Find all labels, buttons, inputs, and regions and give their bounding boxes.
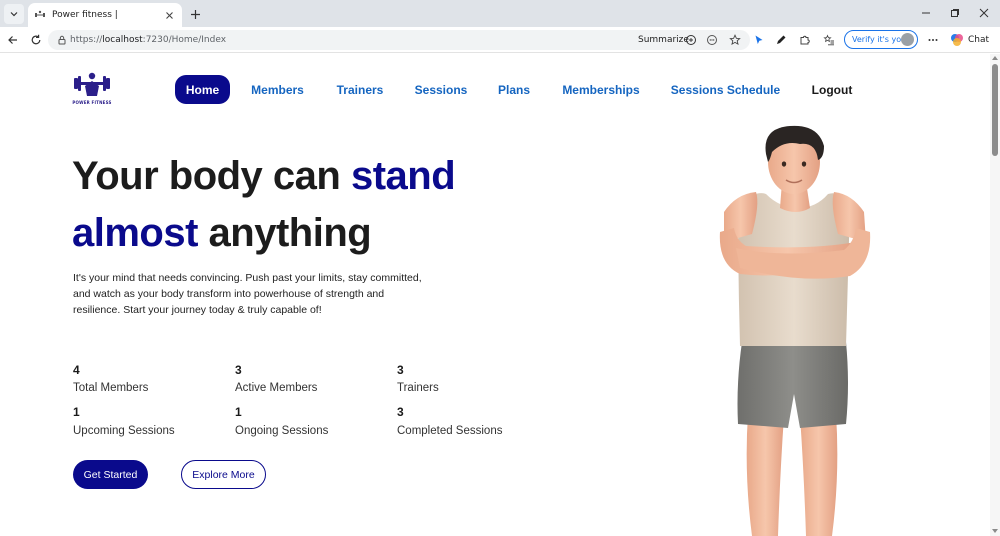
nav-logout[interactable]: Logout xyxy=(806,75,858,104)
site-info-icon[interactable] xyxy=(56,34,68,46)
close-window-button[interactable] xyxy=(974,4,994,22)
stat-ongoing-sessions-label: Ongoing Sessions xyxy=(235,425,329,437)
stat-trainers-label: Trainers xyxy=(397,382,439,394)
browser-toolbar: https://localhost:7230/Home/Index Summar… xyxy=(0,27,1000,53)
chat-label: Chat xyxy=(968,35,990,45)
nav-plans[interactable]: Plans xyxy=(494,75,534,104)
hero-text-anything: anything xyxy=(197,211,372,255)
nav-home[interactable]: Home xyxy=(175,75,230,104)
stat-total-members-label: Total Members xyxy=(73,382,149,394)
nav-sessions-schedule[interactable]: Sessions Schedule xyxy=(668,75,783,104)
power-fitness-logo[interactable]: POWER FITNESS xyxy=(72,68,112,108)
stat-active-members-value: 3 xyxy=(235,363,242,377)
cursor-arrow-icon xyxy=(755,35,763,44)
hero-text-your-body-can: Your body can xyxy=(72,154,351,198)
stat-active-members-label: Active Members xyxy=(235,382,318,394)
page-scrollbar[interactable] xyxy=(990,54,1000,536)
pen-icon xyxy=(777,35,786,44)
dumbbell-logo-icon xyxy=(74,72,110,96)
explore-more-button[interactable]: Explore More xyxy=(181,460,266,489)
more-options-button[interactable] xyxy=(924,31,942,49)
hero-accent-stand: stand xyxy=(350,154,456,198)
restore-window-button[interactable] xyxy=(945,4,965,22)
url-path: :7230/Home/Index xyxy=(142,35,227,45)
copilot-chat-button[interactable]: Chat xyxy=(950,31,989,49)
new-tab-button[interactable] xyxy=(186,5,204,23)
hero-heading-line-1: Your body can stand xyxy=(72,148,456,205)
tab-actions-menu-button[interactable] xyxy=(4,4,24,24)
scroll-up-arrow-icon[interactable] xyxy=(992,56,998,60)
copilot-summarize-icon[interactable] xyxy=(684,33,698,47)
minimize-icon xyxy=(922,12,930,14)
extension-pen-button[interactable] xyxy=(772,31,790,49)
get-started-button[interactable]: Get Started xyxy=(73,460,148,489)
close-tab-icon[interactable] xyxy=(162,8,176,22)
close-icon xyxy=(979,8,989,18)
stat-total-members-value: 4 xyxy=(73,363,80,377)
back-button[interactable] xyxy=(4,31,22,49)
nav-sessions[interactable]: Sessions xyxy=(411,75,471,104)
verify-identity-button[interactable]: Verify it's you xyxy=(844,30,918,49)
page-viewport: POWER FITNESS Home Members Trainers Sess… xyxy=(0,54,990,536)
minimize-window-button[interactable] xyxy=(916,4,936,22)
favorites-button[interactable] xyxy=(820,31,838,49)
scroll-thumb[interactable] xyxy=(992,64,998,156)
verify-label: Verify it's you xyxy=(852,35,907,44)
hero-heading: Your body can stand almost anything xyxy=(72,148,456,262)
arrow-left-icon xyxy=(8,36,17,44)
stat-ongoing-sessions-value: 1 xyxy=(235,405,242,419)
url-host: localhost xyxy=(102,35,143,45)
scroll-down-arrow-icon[interactable] xyxy=(992,529,998,533)
plus-icon xyxy=(190,9,200,19)
stat-upcoming-sessions-label: Upcoming Sessions xyxy=(73,425,175,437)
logo-text: POWER FITNESS xyxy=(72,100,112,105)
hero-description: It's your mind that needs convincing. Pu… xyxy=(73,272,422,316)
ellipsis-icon xyxy=(928,39,938,41)
stat-completed-sessions-label: Completed Sessions xyxy=(397,425,503,437)
refresh-icon xyxy=(31,34,41,45)
hero-heading-line-2: almost anything xyxy=(72,205,455,262)
stat-completed-sessions-value: 3 xyxy=(397,405,404,419)
chevron-down-icon xyxy=(10,12,18,17)
tab-title: Power fitness | xyxy=(52,10,118,20)
extensions-button[interactable] xyxy=(796,31,814,49)
nav-trainers[interactable]: Trainers xyxy=(332,75,388,104)
restore-icon xyxy=(951,9,959,17)
immersive-reader-icon[interactable] xyxy=(705,33,719,47)
fitness-man-illustration xyxy=(719,125,871,536)
nav-memberships[interactable]: Memberships xyxy=(557,75,645,104)
stat-upcoming-sessions-value: 1 xyxy=(73,405,80,419)
browser-tab-active[interactable]: Power fitness | xyxy=(28,3,182,27)
copilot-icon xyxy=(951,34,963,46)
address-bar[interactable]: https://localhost:7230/Home/Index Summar… xyxy=(48,30,750,50)
stat-trainers-value: 3 xyxy=(397,363,404,377)
url-scheme: https:// xyxy=(70,35,103,45)
url-text: https://localhost:7230/Home/Index xyxy=(70,34,226,46)
summarize-button[interactable]: Summarize xyxy=(638,34,689,46)
hero-accent-almost: almost xyxy=(72,211,198,255)
puzzle-icon xyxy=(800,35,810,45)
tab-strip: Power fitness | xyxy=(0,0,1000,27)
extension-cursor-button[interactable] xyxy=(750,31,768,49)
favorite-star-icon[interactable] xyxy=(728,33,742,47)
favorites-list-icon xyxy=(823,34,834,46)
profile-avatar xyxy=(901,33,914,46)
dumbbell-favicon-icon xyxy=(34,9,46,21)
reload-button[interactable] xyxy=(27,31,45,49)
nav-members[interactable]: Members xyxy=(246,75,309,104)
